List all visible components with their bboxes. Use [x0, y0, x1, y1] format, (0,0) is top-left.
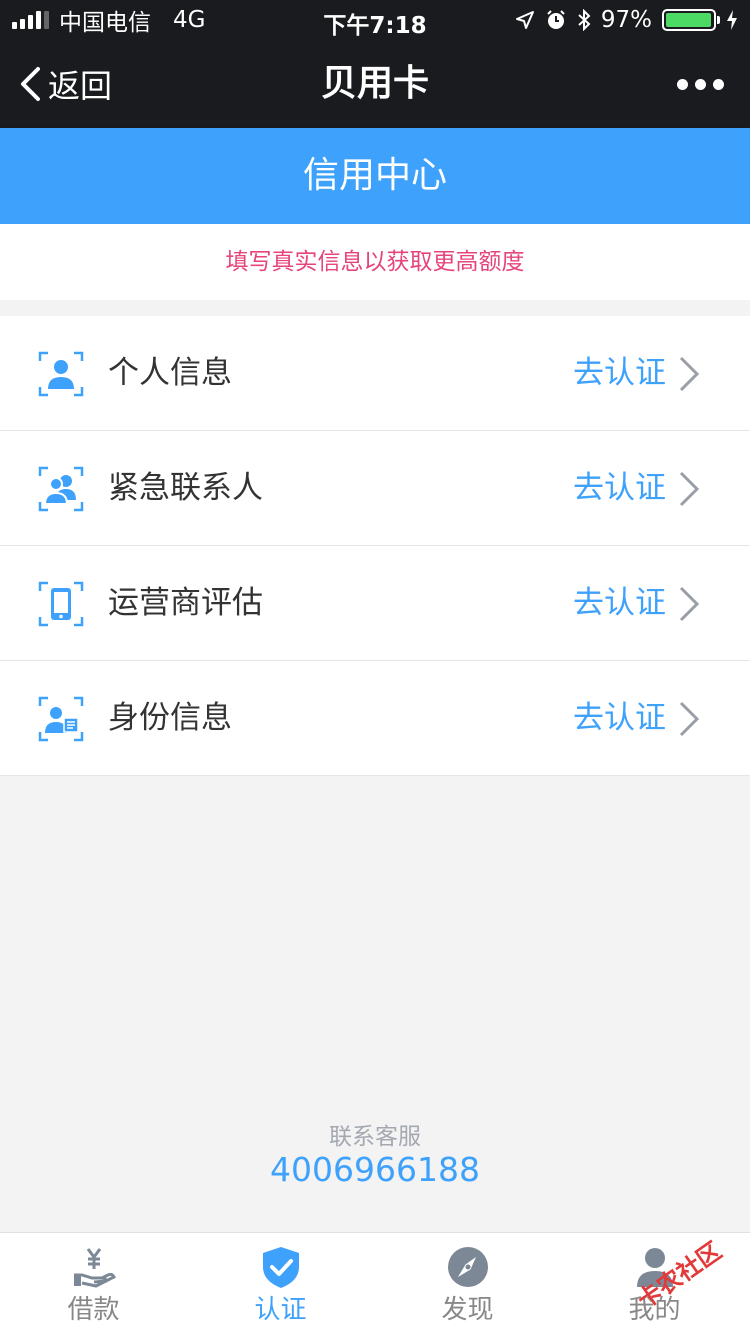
more-icon	[677, 78, 688, 90]
tab-label: 认证	[254, 1295, 307, 1325]
verify-link[interactable]: 去认证	[573, 431, 666, 545]
person-card-icon	[38, 351, 84, 397]
location-icon	[515, 11, 534, 29]
contact-service-label: 联系客服	[329, 1124, 421, 1150]
alarm-icon	[547, 10, 565, 29]
status-bar: 中国电信 4G 下午7:18 97%	[0, 0, 750, 40]
page-title: 贝用卡	[320, 63, 429, 104]
shield-check-icon	[262, 1247, 299, 1288]
verify-link[interactable]: 去认证	[573, 316, 666, 430]
bluetooth-icon	[578, 9, 591, 31]
battery-percent: 97%	[600, 7, 652, 33]
contacts-icon	[38, 466, 84, 512]
loan-icon	[73, 1248, 116, 1288]
tab-label: 发现	[441, 1295, 494, 1325]
chevron-right-icon	[679, 471, 700, 507]
id-card-icon	[38, 696, 84, 742]
tab-verify[interactable]: 认证	[187, 1233, 374, 1335]
tab-label: 借款	[67, 1295, 120, 1325]
item-label: 紧急联系人	[108, 470, 263, 506]
list-item-personal-info[interactable]: 个人信息 去认证	[0, 316, 750, 431]
item-label: 个人信息	[108, 355, 232, 391]
chevron-right-icon	[679, 701, 700, 737]
charging-icon	[727, 10, 737, 30]
more-button[interactable]	[677, 40, 724, 128]
nav-bar: 返回 贝用卡	[0, 40, 750, 128]
chevron-right-icon	[679, 586, 700, 622]
item-label: 运营商评估	[108, 585, 263, 621]
status-right: 97%	[515, 6, 738, 34]
tab-loan[interactable]: 借款	[0, 1233, 187, 1335]
hint-text: 填写真实信息以获取更高额度	[0, 224, 750, 300]
verify-link[interactable]: 去认证	[573, 661, 666, 775]
item-label: 身份信息	[108, 700, 232, 736]
tab-discover[interactable]: 发现	[374, 1233, 561, 1335]
auth-list: 个人信息 去认证 紧急联系人 去认证 运营商评估 去认证 身份信息 去认证	[0, 316, 750, 776]
list-item-id-info[interactable]: 身份信息 去认证	[0, 661, 750, 776]
battery-icon	[662, 9, 720, 31]
credit-center-banner: 信用中心	[0, 128, 750, 224]
list-item-emergency-contact[interactable]: 紧急联系人 去认证	[0, 431, 750, 546]
verify-link[interactable]: 去认证	[573, 546, 666, 660]
chevron-right-icon	[679, 356, 700, 392]
list-item-carrier-assessment[interactable]: 运营商评估 去认证	[0, 546, 750, 661]
compass-icon	[447, 1247, 488, 1287]
contact-phone-link[interactable]: 4006966188	[0, 1150, 750, 1189]
phone-icon	[38, 581, 84, 627]
